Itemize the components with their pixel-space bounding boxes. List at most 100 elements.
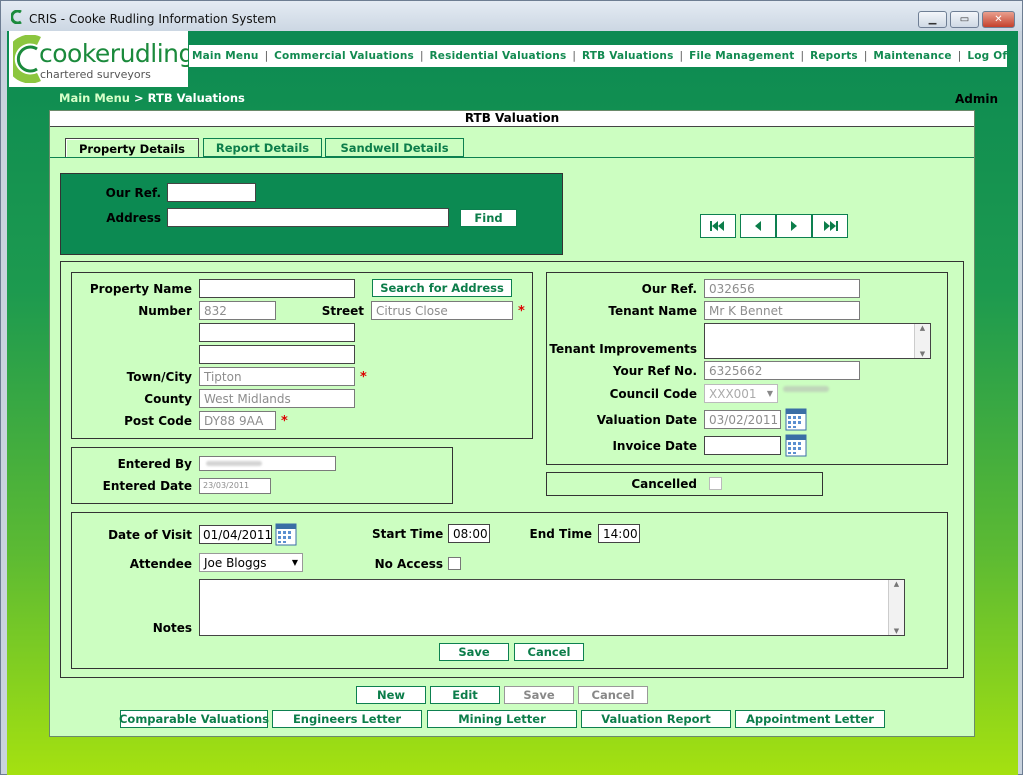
calendar-icon[interactable] [785, 407, 807, 431]
nav-separator: | [800, 50, 805, 62]
county-input[interactable]: West Midlands [199, 389, 355, 408]
entered-date-input[interactable]: 23/03/2011 [199, 478, 271, 494]
breadcrumb: Main Menu > RTB Valuations [59, 91, 245, 105]
scroll-down-icon: ▼ [893, 627, 900, 635]
tenant-details-group: Our Ref. 032656 Tenant Name Mr K Bennet … [546, 272, 948, 465]
number-input[interactable]: 832 [199, 301, 276, 320]
first-record-button[interactable] [700, 214, 736, 238]
nav-main-menu[interactable]: Main Menu [189, 50, 262, 62]
scroll-down-icon: ▼ [919, 350, 926, 358]
tenant-improvements-textarea[interactable]: ▲ ▼ [704, 323, 931, 359]
nav-separator: | [957, 50, 962, 62]
search-ref-label: Our Ref. [105, 186, 161, 200]
valuation-date-input[interactable]: 03/02/2011 [704, 410, 781, 429]
save-button[interactable]: Save [504, 686, 574, 704]
town-input[interactable]: Tipton [199, 367, 355, 386]
minimize-button[interactable]: ▁ [918, 11, 947, 28]
street-input[interactable]: Citrus Close [371, 301, 513, 320]
mining-letter-button[interactable]: Mining Letter [427, 710, 577, 728]
previous-record-icon [755, 221, 761, 231]
scrollbar[interactable]: ▲ ▼ [888, 580, 904, 635]
tab-property-details[interactable]: Property Details [65, 138, 199, 158]
tenant-improvements-label: Tenant Improvements [549, 342, 697, 356]
calendar-icon[interactable] [785, 433, 807, 457]
breadcrumb-main-menu[interactable]: Main Menu [59, 91, 130, 105]
cancel-button[interactable]: Cancel [578, 686, 648, 704]
cancelled-label: Cancelled [631, 477, 697, 491]
tenant-name-input[interactable]: Mr K Bennet [704, 301, 860, 320]
search-for-address-button[interactable]: Search for Address [372, 279, 512, 297]
app-client-area: cookerudling chartered surveyors Main Me… [7, 31, 1018, 775]
visit-cancel-button[interactable]: Cancel [514, 643, 584, 661]
breadcrumb-separator: > [133, 91, 144, 105]
scroll-up-icon: ▲ [919, 324, 926, 332]
no-access-checkbox[interactable] [448, 557, 461, 570]
find-button[interactable]: Find [460, 209, 517, 227]
maximize-button[interactable]: ▭ [950, 11, 979, 28]
nav-log-off[interactable]: Log Off [964, 50, 1015, 62]
our-ref-label: Our Ref. [641, 282, 697, 296]
property-name-input[interactable] [199, 279, 355, 298]
edit-button[interactable]: Edit [430, 686, 500, 704]
nav-rtb-valuations[interactable]: RTB Valuations [579, 50, 677, 62]
panel-title: RTB Valuation [50, 111, 974, 127]
close-icon: ✕ [994, 14, 1003, 25]
last-record-button[interactable] [812, 214, 848, 238]
end-time-input[interactable]: 14:00 [598, 524, 640, 543]
cancelled-checkbox[interactable] [709, 477, 722, 490]
title-bar: CRIS - Cooke Rudling Information System … [1, 1, 1022, 31]
search-box: Our Ref. Address Find [60, 173, 563, 255]
appointment-letter-button[interactable]: Appointment Letter [735, 710, 885, 728]
calendar-icon[interactable] [275, 522, 297, 546]
logo-tagline: chartered surveyors [40, 68, 151, 81]
first-record-icon [710, 221, 724, 231]
comparable-valuations-button[interactable]: Comparable Valuations [119, 710, 269, 728]
window-title: CRIS - Cooke Rudling Information System [29, 12, 277, 26]
address-line3-input[interactable] [199, 345, 355, 364]
nav-commercial-valuations[interactable]: Commercial Valuations [271, 50, 417, 62]
address-line2-input[interactable] [199, 323, 355, 342]
nav-file-management[interactable]: File Management [686, 50, 797, 62]
tab-sandwell-details[interactable]: Sandwell Details [325, 138, 464, 157]
council-code-select[interactable]: XXX001 ▼ [704, 384, 778, 403]
nav-reports[interactable]: Reports [807, 50, 861, 62]
your-ref-input[interactable]: 6325662 [704, 361, 860, 380]
invoice-date-input[interactable] [704, 436, 781, 455]
our-ref-input[interactable]: 032656 [704, 279, 860, 298]
property-address-group: Property Name Search for Address Number … [71, 272, 533, 439]
new-button[interactable]: New [356, 686, 426, 704]
next-record-button[interactable] [776, 214, 812, 238]
tenant-name-label: Tenant Name [608, 304, 697, 318]
nav-maintenance[interactable]: Maintenance [870, 50, 954, 62]
date-of-visit-input[interactable]: 01/04/2011 [199, 525, 272, 544]
engineers-letter-button[interactable]: Engineers Letter [272, 710, 422, 728]
attendee-label: Attendee [129, 557, 192, 571]
entered-date-label: Entered Date [102, 479, 192, 493]
search-ref-input[interactable] [167, 183, 256, 202]
date-of-visit-label: Date of Visit [108, 528, 192, 542]
nav-separator: | [572, 50, 576, 62]
required-marker: * [360, 370, 367, 385]
search-address-input[interactable] [167, 208, 449, 227]
attendee-select[interactable]: Joe Bloggs ▼ [199, 553, 303, 572]
nav-residential-valuations[interactable]: Residential Valuations [427, 50, 570, 62]
scrollbar[interactable]: ▲ ▼ [914, 324, 930, 358]
last-record-icon [824, 221, 838, 231]
county-label: County [144, 392, 192, 406]
search-address-label: Address [106, 211, 161, 225]
nav-separator: | [679, 50, 684, 62]
close-button[interactable]: ✕ [982, 11, 1015, 28]
maximize-icon: ▭ [959, 14, 970, 25]
valuation-report-button[interactable]: Valuation Report [581, 710, 731, 728]
app-icon [11, 10, 22, 24]
start-time-label: Start Time [372, 527, 444, 541]
entered-by-input[interactable] [199, 456, 336, 471]
previous-record-button[interactable] [740, 214, 776, 238]
notes-textarea[interactable]: ▲ ▼ [199, 579, 905, 636]
postcode-label: Post Code [124, 414, 192, 428]
postcode-input[interactable]: DY88 9AA [199, 411, 276, 430]
tab-divider [50, 157, 974, 158]
visit-save-button[interactable]: Save [439, 643, 509, 661]
tab-report-details[interactable]: Report Details [203, 138, 322, 157]
start-time-input[interactable]: 08:00 [448, 524, 490, 543]
